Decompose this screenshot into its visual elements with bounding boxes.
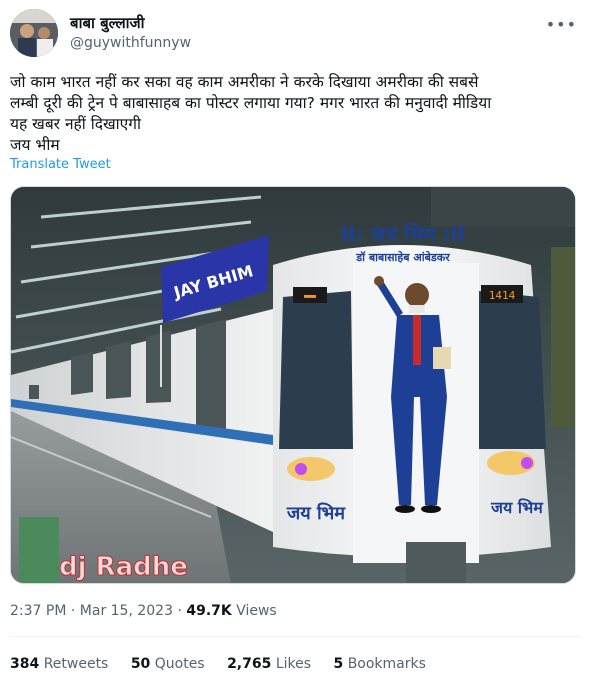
views-label: Views <box>236 603 277 619</box>
bookmarks-stat[interactable]: 5 Bookmarks <box>333 654 425 674</box>
svg-text:▬▬: ▬▬ <box>304 291 316 302</box>
watermark-text: dj Radhe <box>59 552 188 582</box>
tweet-stats: 384 Retweets 50 Quotes 2,765 Likes 5 Boo… <box>10 654 444 674</box>
more-options-icon[interactable]: ••• <box>546 15 577 34</box>
right-lower-text: जय भिम <box>490 498 544 517</box>
quotes-label: Quotes <box>154 656 205 672</box>
translate-tweet-link[interactable]: Translate Tweet <box>10 157 111 172</box>
views-count: 49.7K <box>186 603 232 619</box>
meta-separator: · <box>177 603 182 619</box>
retweets-stat[interactable]: 384 Retweets <box>10 654 108 674</box>
likes-label: Likes <box>275 656 312 672</box>
quotes-count: 50 <box>130 656 151 672</box>
banner-top-text: II: जय भिम :II <box>341 222 465 246</box>
likes-count: 2,765 <box>227 656 272 672</box>
avatar[interactable] <box>10 9 58 57</box>
tweet-date[interactable]: Mar 15, 2023 <box>80 603 173 619</box>
tweet-header: बाबा बुल्लाजी @guywithfunnyw ••• <box>10 9 581 57</box>
quotes-stat[interactable]: 50 Quotes <box>131 654 205 674</box>
train-display-right: 1414 <box>489 289 516 302</box>
tweet-time[interactable]: 2:37 PM <box>10 603 66 619</box>
divider <box>10 636 581 637</box>
author-handle[interactable]: @guywithfunnyw <box>70 34 191 52</box>
bookmarks-label: Bookmarks <box>347 656 426 672</box>
likes-stat[interactable]: 2,765 Likes <box>227 654 311 674</box>
banner-sub-text: डॉ बाबासाहेब आंबेडकर <box>355 250 450 264</box>
tweet-text: जो काम भारत नहीं कर सका वह काम अमरीका ने… <box>10 73 492 154</box>
retweets-label: Retweets <box>43 656 109 672</box>
meta-separator: · <box>70 603 76 619</box>
bookmarks-count: 5 <box>333 656 344 672</box>
author-display-name[interactable]: बाबा बुल्लाजी <box>70 13 145 33</box>
tweet-meta: 2:37 PM · Mar 15, 2023 · 49.7K Views <box>10 601 277 621</box>
tweet-image[interactable]: ▬▬ 1414 II: जय भिम :II डॉ बाबासाहेब आंबे… <box>10 186 576 584</box>
retweets-count: 384 <box>10 656 40 672</box>
left-lower-text: जय भिम <box>286 502 346 524</box>
